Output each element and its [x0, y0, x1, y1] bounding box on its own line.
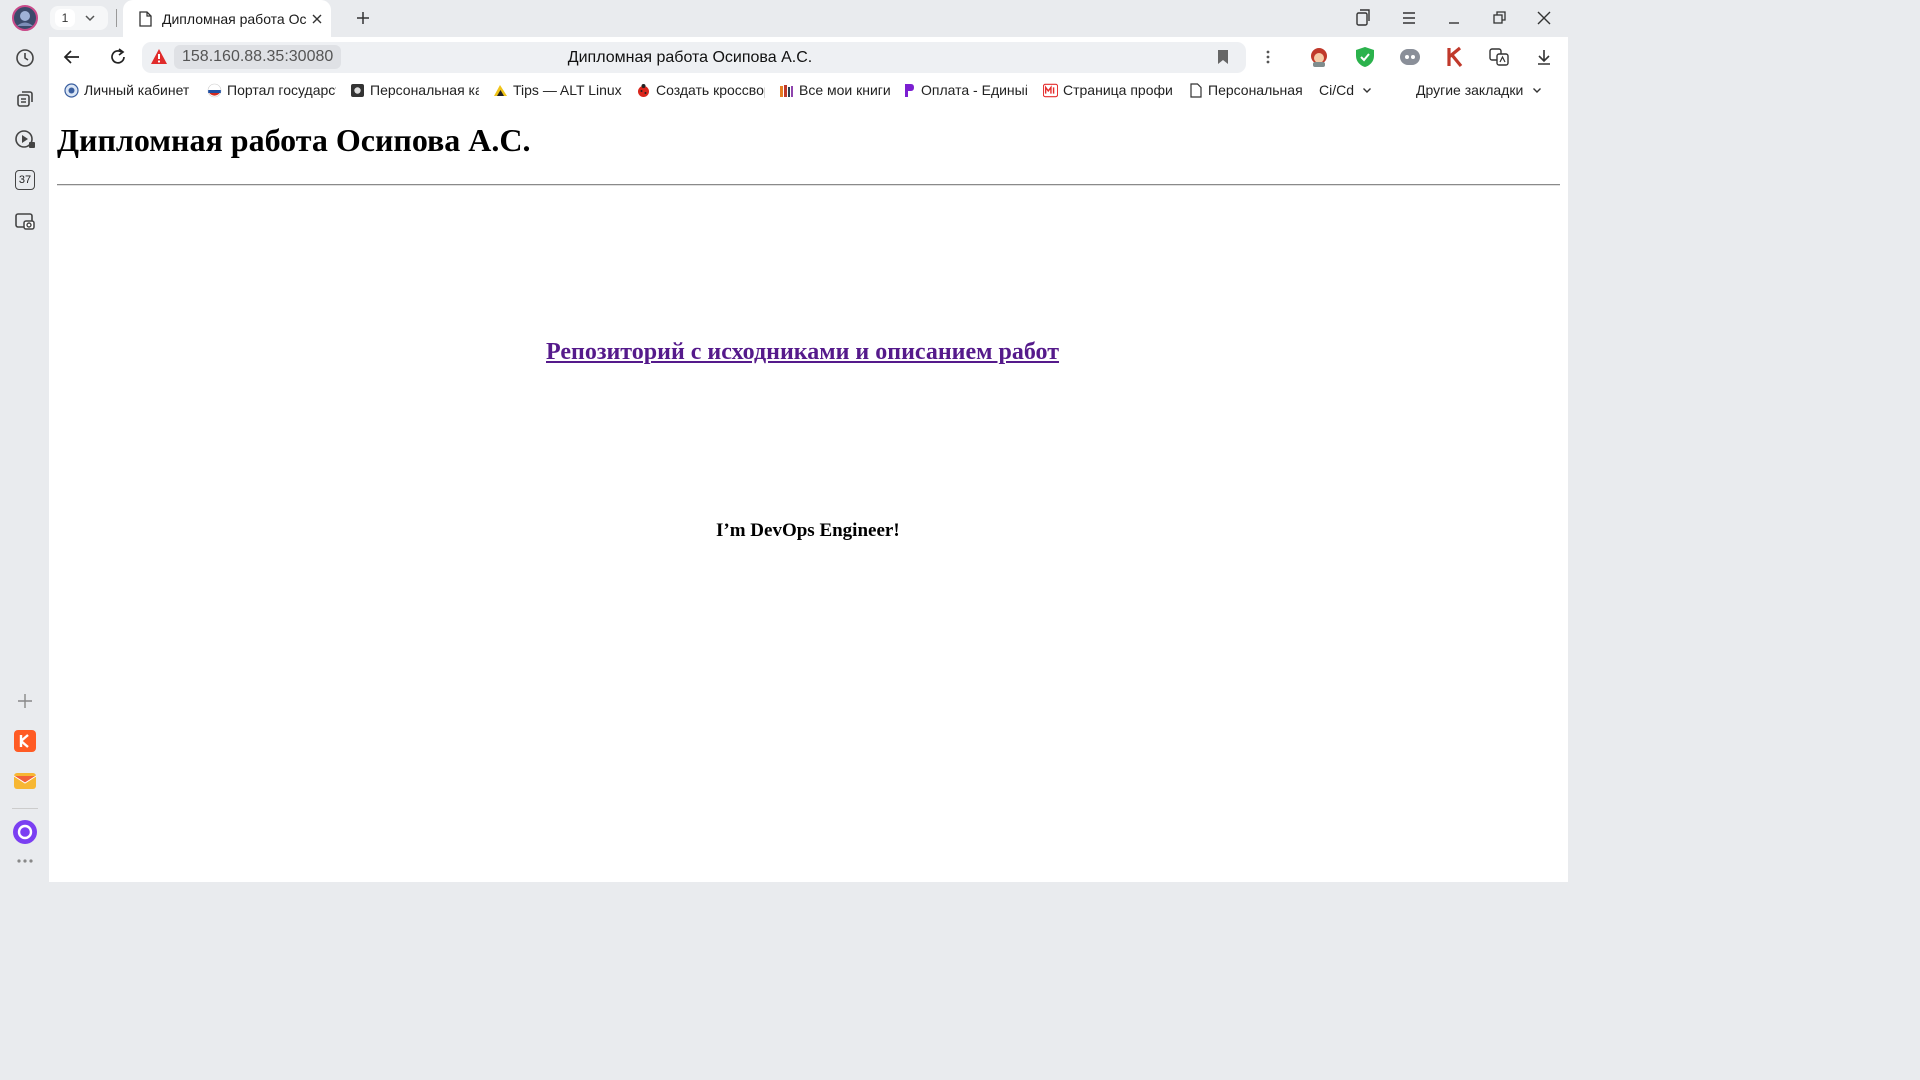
download-icon[interactable] [1534, 47, 1554, 67]
page-icon [1188, 82, 1203, 98]
bookmark-label: Tips — ALT Linux Wiki [513, 82, 623, 98]
back-arrow-icon[interactable] [62, 47, 82, 67]
menu-icon[interactable] [1399, 8, 1419, 28]
horizontal-rule [57, 184, 1560, 186]
bookmark-label: Оплата - Единый [921, 82, 1027, 98]
page-icon [139, 10, 152, 27]
bookmark-folder-cicd[interactable]: Ci/Cd [1319, 79, 1379, 101]
reload-icon[interactable] [108, 47, 128, 67]
close-window-icon[interactable] [1534, 8, 1554, 28]
bookmark-label: Личный кабинет налогоплательщика [84, 82, 192, 98]
other-bookmarks-label: Другие закладки [1416, 82, 1524, 98]
payment-icon [901, 83, 916, 98]
kebab-menu-icon[interactable] [1259, 48, 1277, 66]
sidebar-divider [12, 808, 38, 809]
tab-count: 1 [55, 9, 75, 27]
chevron-down-icon [1362, 87, 1372, 94]
browser-sidebar: 37 [0, 0, 49, 882]
web-page-viewport [49, 103, 1568, 882]
profile-avatar[interactable] [12, 5, 38, 31]
history-icon[interactable] [12, 45, 38, 71]
chevron-down-icon [84, 14, 96, 22]
bookmark-item[interactable]: Создать кроссворд [636, 79, 765, 101]
close-tab-icon[interactable] [311, 13, 323, 25]
kinopoisk-icon[interactable] [12, 728, 38, 754]
bookmark-label: Создать кроссворд [656, 82, 765, 98]
collections-icon[interactable] [12, 86, 38, 112]
bookmark-label: Портал государственных услуг [227, 82, 336, 98]
bookmark-item[interactable]: Личный кабинет налогоплательщика [64, 79, 192, 101]
add-panel-icon[interactable] [12, 688, 38, 714]
bookmark-item[interactable]: Tips — ALT Linux Wiki [493, 79, 623, 101]
bookmark-folder-label: Ci/Cd [1319, 82, 1355, 98]
other-bookmarks-folder[interactable]: Другие закладки [1416, 79, 1546, 101]
bookmark-item[interactable]: Портал государственных услуг [207, 79, 336, 101]
extension-mascot-icon[interactable] [1307, 45, 1331, 69]
kaspersky-k-icon[interactable] [1444, 45, 1466, 69]
bookmark-label: Все мои книги [799, 82, 891, 98]
video-icon[interactable] [12, 126, 38, 152]
calendar-badge: 37 [15, 170, 35, 190]
russia-flag-icon [207, 83, 222, 98]
shield-icon[interactable] [1353, 45, 1377, 69]
alice-icon[interactable] [12, 819, 38, 845]
tax-service-icon [64, 82, 79, 98]
tab-separator [116, 9, 117, 27]
bookmark-item[interactable]: Страница профиля [1043, 79, 1173, 101]
bookmark-item[interactable]: Персональная карта [350, 79, 479, 101]
page-title: Дипломная работа Осипова А.С. [57, 122, 531, 158]
tab-active[interactable]: Дипломная работа Осипова А.С. [123, 0, 331, 37]
omnibox-page-title: Дипломная работа Осипова А.С. [567, 48, 813, 66]
tabs-list-icon[interactable] [1353, 8, 1373, 28]
url-text[interactable]: 158.160.88.35:30080 [174, 45, 341, 69]
bookmark-item[interactable]: Оплата - Единый [901, 79, 1027, 101]
extension-face-icon[interactable] [1398, 45, 1422, 69]
more-icon[interactable] [12, 851, 38, 871]
alt-linux-icon [493, 83, 508, 98]
books-icon [779, 83, 794, 98]
tab-title: Дипломная работа Осипова А.С. [162, 10, 307, 27]
insecure-warning-icon[interactable] [150, 48, 168, 66]
bookmark-label: Персональная карта [370, 82, 479, 98]
bookmark-label: Персональная страница [1208, 82, 1304, 98]
chevron-down-icon [1532, 87, 1542, 94]
bookmark-label: Страница профиля [1063, 82, 1173, 98]
mail-icon[interactable] [12, 768, 38, 794]
calendar-icon[interactable]: 37 [12, 167, 38, 193]
repository-link[interactable]: Репозиторий с исходниками и описанием ра… [546, 339, 1059, 366]
restore-icon[interactable] [1489, 8, 1509, 28]
bookmark-item[interactable]: Все мои книги [779, 79, 891, 101]
bookmark-icon[interactable] [1214, 48, 1232, 66]
tab-counter-button[interactable]: 1 [50, 6, 108, 30]
screenshot-icon[interactable] [12, 208, 38, 234]
bookmark-item[interactable]: Персональная страница [1188, 79, 1304, 101]
m-logo-icon [1043, 83, 1058, 98]
translate-icon[interactable] [1488, 46, 1510, 68]
photo-icon [350, 83, 365, 98]
ladybug-icon [636, 83, 651, 98]
new-tab-button[interactable] [352, 8, 374, 28]
devops-tagline: I’m DevOps Engineer! [716, 520, 900, 541]
minimize-icon[interactable] [1444, 8, 1464, 28]
